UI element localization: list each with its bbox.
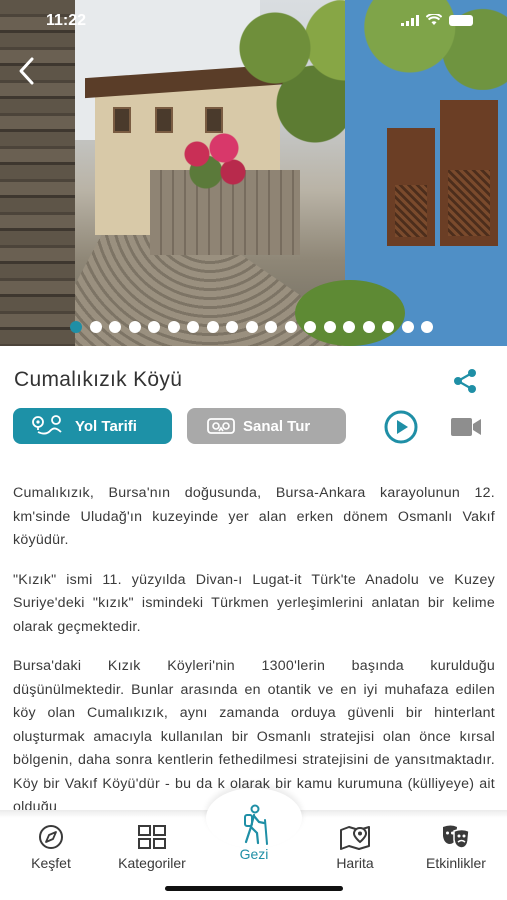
tab-label: Gezi: [239, 846, 269, 862]
gallery-dot[interactable]: [167, 321, 180, 333]
gallery-dot[interactable]: [382, 321, 394, 333]
tab-kesfet[interactable]: Keşfet: [6, 824, 96, 871]
map-pin-icon: [340, 826, 370, 850]
virtual-tour-button[interactable]: Sanal Tur: [187, 408, 346, 444]
video-button[interactable]: [450, 416, 482, 438]
gallery-dot[interactable]: [421, 321, 433, 333]
description: Cumalıkızık, Bursa'nın doğusunda, Bursa-…: [13, 482, 495, 836]
gallery-dot[interactable]: [284, 321, 297, 333]
status-bar: 11:22: [0, 0, 507, 44]
tab-label: Harita: [336, 855, 374, 871]
gallery-dot[interactable]: [187, 321, 199, 333]
gallery-dot[interactable]: [304, 321, 316, 333]
battery-icon: [449, 14, 473, 26]
wifi-icon: [426, 14, 442, 25]
gallery-dot[interactable]: [401, 321, 414, 333]
gallery-dot[interactable]: [265, 321, 277, 333]
hero-grass: [295, 280, 405, 346]
hiker-icon: [244, 804, 268, 845]
tab-label: Keşfet: [31, 855, 71, 871]
audio-play-button[interactable]: [384, 410, 418, 444]
tab-label: Kategoriler: [118, 855, 186, 871]
tab-etkinlikler[interactable]: Etkinlikler: [411, 824, 501, 871]
gallery-dot[interactable]: [343, 321, 355, 333]
description-paragraph: "Kızık" ismi 11. yüzyılda Divan-ı Lugat-…: [13, 571, 495, 635]
page-title: Cumalıkızık Köyü: [14, 368, 183, 391]
gallery-dot[interactable]: [70, 321, 82, 333]
gallery-dot[interactable]: [128, 321, 141, 333]
back-button[interactable]: [12, 56, 42, 90]
gallery-pagination[interactable]: [70, 321, 433, 333]
compass-icon: [39, 825, 63, 849]
play-icon: [384, 410, 418, 444]
share-icon: [454, 369, 476, 393]
hero-left-wall: [0, 0, 75, 346]
tab-kategoriler[interactable]: Kategoriler: [107, 824, 197, 871]
chevron-left-icon: [19, 57, 34, 85]
grid-icon: [138, 825, 166, 849]
gallery-dot[interactable]: [109, 321, 121, 333]
route-button[interactable]: Yol Tarifi: [13, 408, 172, 444]
status-icons: [401, 14, 473, 26]
description-paragraph: Cumalıkızık, Bursa'nın doğusunda, Bursa-…: [13, 485, 495, 548]
virtual-tour-button-label: Sanal Tur: [243, 417, 311, 435]
bottom-tab-bar: Keşfet Kategoriler Gezi Harita Etkinlikl…: [0, 788, 507, 900]
tab-label: Etkinlikler: [426, 855, 486, 871]
gallery-dot[interactable]: [362, 321, 375, 333]
gallery-dot[interactable]: [245, 321, 258, 333]
gallery-dot[interactable]: [323, 321, 336, 333]
theater-masks-icon: [443, 825, 470, 849]
status-time: 11:22: [46, 12, 87, 29]
tab-harita[interactable]: Harita: [310, 824, 400, 871]
signal-icon: [401, 14, 419, 26]
gallery-dot[interactable]: [89, 321, 102, 333]
video-camera-icon: [451, 418, 481, 436]
home-indicator: [165, 886, 343, 891]
route-button-label: Yol Tarifi: [75, 417, 137, 435]
gallery-dot[interactable]: [206, 321, 219, 333]
tab-gezi[interactable]: Gezi: [209, 804, 299, 862]
share-button[interactable]: [450, 366, 480, 396]
title-row: Cumalıkızık Köyü: [0, 360, 507, 400]
gallery-dot[interactable]: [226, 321, 238, 333]
route-icon: [29, 414, 67, 438]
action-bar: Yol Tarifi Sanal Tur: [0, 408, 507, 450]
hero-image[interactable]: 11:22: [0, 0, 507, 346]
gallery-dot[interactable]: [148, 321, 160, 333]
vr-headset-icon: [205, 415, 237, 437]
